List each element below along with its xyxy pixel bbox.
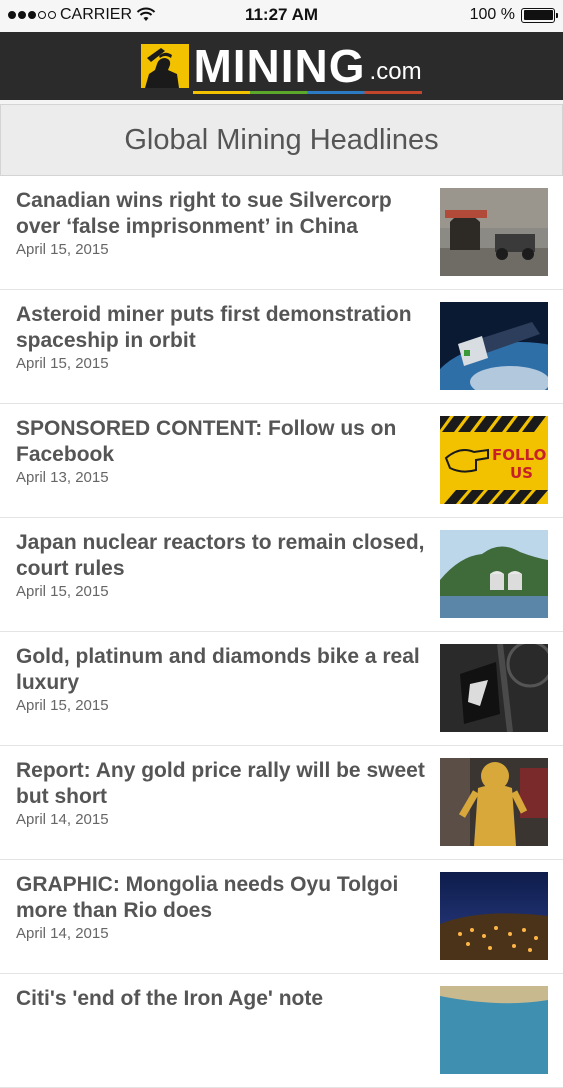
svg-text:FOLLO: FOLLO [492, 446, 546, 464]
gold-statue-image[interactable] [440, 758, 548, 846]
battery-status: 100 % [469, 6, 558, 24]
article-date: April 15, 2015 [16, 241, 109, 258]
list-item[interactable]: Gold, platinum and diamonds bike a real … [0, 632, 563, 746]
article-date: April 14, 2015 [16, 925, 109, 942]
logo-underline [193, 91, 422, 94]
satellite-image[interactable] [440, 302, 548, 390]
aerial-coast-image[interactable] [440, 986, 548, 1074]
article-headline[interactable]: Citi's 'end of the Iron Age' note [16, 986, 426, 1012]
nuclear-plant-image[interactable] [440, 530, 548, 618]
list-item[interactable]: GRAPHIC: Mongolia needs Oyu Tolgoi more … [0, 860, 563, 974]
headline-list: Canadian wins right to sue Silvercorp ov… [0, 176, 563, 1088]
svg-text:US: US [510, 464, 533, 482]
article-headline[interactable]: Report: Any gold price rally will be swe… [16, 758, 426, 810]
article-headline[interactable]: SPONSORED CONTENT: Follow us on Facebook [16, 416, 426, 468]
article-headline[interactable]: Gold, platinum and diamonds bike a real … [16, 644, 426, 696]
section-title: Global Mining Headlines [124, 123, 439, 156]
mine-night-image[interactable] [440, 872, 548, 960]
article-date: April 15, 2015 [16, 583, 109, 600]
list-item[interactable]: SPONSORED CONTENT: Follow us on Facebook… [0, 404, 563, 518]
article-headline[interactable]: Asteroid miner puts first demonstration … [16, 302, 426, 354]
follow-us-sign-image[interactable]: FOLLO US [440, 416, 548, 504]
battery-icon [521, 7, 558, 23]
list-item[interactable]: Canadian wins right to sue Silvercorp ov… [0, 176, 563, 290]
brand-suffix: .com [369, 58, 422, 85]
battery-percent: 100 % [469, 6, 515, 23]
article-headline[interactable]: Japan nuclear reactors to remain closed,… [16, 530, 426, 582]
battery-level [523, 10, 553, 20]
list-item[interactable]: Japan nuclear reactors to remain closed,… [0, 518, 563, 632]
list-item[interactable]: Report: Any gold price rally will be swe… [0, 746, 563, 860]
article-date: April 15, 2015 [16, 697, 109, 714]
miner-logo-icon [141, 44, 190, 88]
brand-name: MINING [193, 40, 366, 92]
mining-logo[interactable]: MINING .com [141, 40, 422, 94]
article-date: April 14, 2015 [16, 811, 109, 828]
article-date: April 15, 2015 [16, 355, 109, 372]
luxury-bike-image[interactable] [440, 644, 548, 732]
mine-tunnel-image[interactable] [440, 188, 548, 276]
list-item[interactable]: Citi's 'end of the Iron Age' note [0, 974, 563, 1088]
article-headline[interactable]: Canadian wins right to sue Silvercorp ov… [16, 188, 426, 240]
article-date: April 13, 2015 [16, 469, 109, 486]
status-bar: CARRIER 11:27 AM 100 % [0, 0, 563, 32]
list-item[interactable]: Asteroid miner puts first demonstration … [0, 290, 563, 404]
brand-header: MINING .com [0, 32, 563, 100]
article-headline[interactable]: GRAPHIC: Mongolia needs Oyu Tolgoi more … [16, 872, 426, 924]
section-header: Global Mining Headlines [0, 104, 563, 176]
